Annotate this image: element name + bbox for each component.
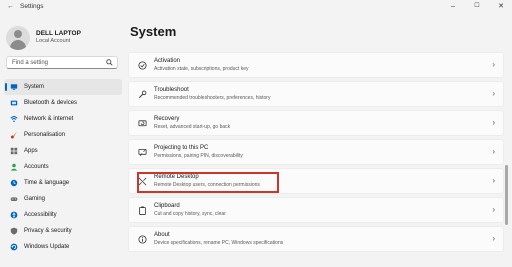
search-icon <box>106 59 113 66</box>
settings-list: Activation Activation state, subscriptio… <box>128 52 504 255</box>
card-about[interactable]: About Device specifications, rename PC, … <box>128 226 504 252</box>
sidebar-item-label: Windows Update <box>24 244 70 250</box>
sidebar-item-apps[interactable]: Apps <box>4 143 122 159</box>
chevron-right-icon: › <box>492 234 495 243</box>
chevron-right-icon: › <box>492 118 495 127</box>
search-placeholder: Find a setting <box>12 60 49 66</box>
card-subtitle: Permissions, pairing PIN, discoverabilit… <box>154 153 243 159</box>
card-recovery[interactable]: Recovery Reset, advanced start-up, go ba… <box>128 110 504 136</box>
shield-icon <box>10 227 18 235</box>
sidebar-item-network[interactable]: Network & internet <box>4 111 122 127</box>
card-subtitle: Cut and copy history, sync, clear <box>154 211 226 217</box>
card-subtitle: Recommended troubleshooters, preferences… <box>154 95 271 101</box>
card-clipboard[interactable]: Clipboard Cut and copy history, sync, cl… <box>128 197 504 223</box>
sidebar-item-bluetooth[interactable]: Bluetooth & devices <box>4 95 122 111</box>
chevron-right-icon: › <box>492 205 495 214</box>
card-title: Troubleshoot <box>154 87 189 93</box>
card-title: Recovery <box>154 116 180 122</box>
sidebar-item-windows-update[interactable]: Windows Update <box>4 239 122 255</box>
profile-account-type: Local Account <box>36 38 71 44</box>
sidebar-item-label: Accessibility <box>24 212 57 218</box>
gamepad-icon <box>10 197 18 201</box>
profile-name: DELL LAPTOP <box>36 30 81 37</box>
sidebar-item-time-language[interactable]: Time & language <box>4 175 122 191</box>
sidebar-item-label: Bluetooth & devices <box>24 100 78 106</box>
sidebar-item-label: Network & internet <box>24 116 74 122</box>
card-title: About <box>154 232 170 238</box>
maximize-button[interactable]: ☐ <box>468 1 486 12</box>
info-icon <box>138 235 147 244</box>
wifi-icon <box>10 116 18 123</box>
minimize-button[interactable]: – <box>444 1 462 12</box>
sidebar-item-label: Time & language <box>24 180 70 186</box>
accessibility-icon <box>10 211 18 219</box>
card-subtitle: Device specifications, rename PC, Window… <box>154 240 284 246</box>
remote-desktop-highlight-box <box>137 172 279 193</box>
main-content: System Activation Activation state, subs… <box>124 14 512 267</box>
card-subtitle: Activation state, subscriptions, product… <box>154 66 249 72</box>
bluetooth-icon <box>10 100 18 106</box>
sidebar: DELL LAPTOP Local Account Find a setting… <box>0 14 124 267</box>
person-icon <box>10 163 18 171</box>
back-arrow-icon[interactable]: ← <box>7 3 14 11</box>
page-title: System <box>130 24 177 39</box>
title-bar: ← Settings – ☐ ✕ <box>0 0 512 14</box>
sidebar-item-label: Privacy & security <box>24 228 72 234</box>
check-circle-icon <box>138 61 147 70</box>
close-button[interactable]: ✕ <box>492 1 510 12</box>
sidebar-item-privacy-security[interactable]: Privacy & security <box>4 223 122 239</box>
update-icon <box>10 243 18 251</box>
profile[interactable]: DELL LAPTOP Local Account <box>6 24 124 54</box>
sidebar-item-label: Accounts <box>24 164 49 170</box>
window-title: Settings <box>20 3 44 10</box>
clipboard-icon <box>139 206 146 215</box>
sidebar-item-label: Gaming <box>24 196 46 202</box>
avatar <box>6 26 30 50</box>
sidebar-item-personalisation[interactable]: Personalisation <box>4 127 122 143</box>
recovery-icon <box>138 120 147 127</box>
sidebar-item-gaming[interactable]: Gaming <box>4 191 122 207</box>
chevron-right-icon: › <box>492 176 495 185</box>
card-title: Activation <box>154 58 181 64</box>
sidebar-item-accounts[interactable]: Accounts <box>4 159 122 175</box>
sidebar-item-label: System <box>24 84 45 90</box>
chevron-right-icon: › <box>492 147 495 156</box>
chevron-right-icon: › <box>492 60 495 69</box>
brush-icon <box>10 131 17 139</box>
scrollbar-thumb[interactable] <box>505 165 508 225</box>
card-title: Projecting to this PC <box>154 145 209 151</box>
globe-clock-icon <box>10 179 18 187</box>
card-projecting[interactable]: Projecting to this PC Permissions, pairi… <box>128 139 504 165</box>
card-activation[interactable]: Activation Activation state, subscriptio… <box>128 52 504 78</box>
projector-icon <box>138 148 147 157</box>
system-icon <box>10 84 18 90</box>
search-input[interactable]: Find a setting <box>6 56 118 69</box>
card-troubleshoot[interactable]: Troubleshoot Recommended troubleshooters… <box>128 81 504 107</box>
wrench-icon <box>138 90 147 99</box>
sidebar-item-accessibility[interactable]: Accessibility <box>4 207 122 223</box>
card-title: Clipboard <box>154 203 180 209</box>
sidebar-item-label: Personalisation <box>24 132 66 138</box>
card-subtitle: Reset, advanced start-up, go back <box>154 124 231 130</box>
chevron-right-icon: › <box>492 89 495 98</box>
sidebar-nav: System Bluetooth & devices Network & int… <box>4 79 122 255</box>
sidebar-item-system[interactable]: System <box>4 79 122 95</box>
apps-icon <box>10 147 18 155</box>
sidebar-item-label: Apps <box>24 148 38 154</box>
